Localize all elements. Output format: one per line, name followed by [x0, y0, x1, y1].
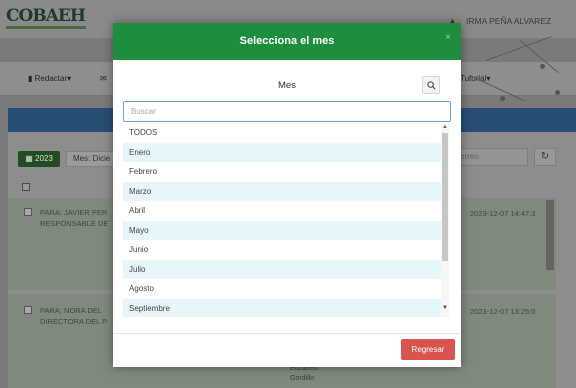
- table-scrollbar[interactable]: [546, 200, 554, 270]
- refresh-button[interactable]: ↻: [534, 148, 556, 166]
- month-search-button[interactable]: [422, 76, 440, 94]
- month-option[interactable]: Septiembre: [123, 298, 443, 317]
- month-search-input[interactable]: [123, 101, 451, 122]
- month-option[interactable]: Febrero: [123, 162, 443, 182]
- logo-tagline: [6, 26, 86, 29]
- year-label: 2023: [35, 154, 53, 163]
- logo: COBAEH: [6, 6, 86, 26]
- row-line: DIRECTORA DEL P: [40, 317, 108, 326]
- close-icon[interactable]: ×: [445, 32, 451, 43]
- month-option[interactable]: Enero: [123, 142, 443, 162]
- month-list-scrollbar[interactable]: ▲ ▼: [441, 123, 449, 317]
- row-checkbox[interactable]: [24, 208, 32, 216]
- user-name[interactable]: IRMA PEÑA ALVAREZ: [466, 16, 551, 26]
- month-option[interactable]: Marzo: [123, 181, 443, 201]
- month-option[interactable]: TODOS: [123, 123, 443, 143]
- scroll-down-icon[interactable]: ▼: [442, 305, 448, 311]
- modal-header: Selecciona el mes ×: [113, 23, 461, 60]
- scrollbar-thumb[interactable]: [442, 133, 448, 261]
- year-button[interactable]: ▦ 2023: [18, 151, 60, 167]
- modal-title: Selecciona el mes: [239, 35, 335, 47]
- month-field-label: Mes: [278, 80, 296, 91]
- nav-mail[interactable]: ✉: [100, 74, 107, 83]
- row-line: PARA: JAVIER PER: [40, 208, 108, 217]
- search-icon: [427, 81, 436, 90]
- nav-redactar[interactable]: ▮ Redactar▾: [28, 74, 71, 83]
- sender-line: Gordillo: [290, 375, 315, 382]
- decor-node: [540, 64, 545, 69]
- mail-search-input[interactable]: orreo: [456, 148, 528, 166]
- refresh-icon: ↻: [540, 151, 550, 162]
- nav-redactar-label: Redactar: [34, 74, 68, 83]
- row-checkbox[interactable]: [24, 306, 32, 314]
- scroll-up-icon[interactable]: ▲: [442, 124, 448, 130]
- row-line: RESPONSABLE DE: [40, 219, 109, 228]
- caret-icon: ▾: [486, 74, 491, 83]
- month-option[interactable]: Agosto: [123, 279, 443, 299]
- caret-icon: ▾: [67, 74, 72, 83]
- file-icon: ▮: [28, 74, 33, 83]
- row-recipient: PARA: JAVIER PER RESPONSABLE DE: [40, 207, 108, 229]
- month-modal: Selecciona el mes × Mes TODOS Enero Febr…: [113, 23, 461, 367]
- row-recipient: PARA: NORA DEL DIRECTORA DEL P: [40, 305, 107, 327]
- month-option[interactable]: Mayo: [123, 220, 443, 240]
- select-all-checkbox[interactable]: [22, 183, 30, 191]
- row-sender: Elizabeth Gordillo: [290, 364, 319, 384]
- envelope-icon: ✉: [100, 74, 107, 83]
- row-date: 2023-12-07 13:25:0: [470, 307, 536, 316]
- decor-node: [555, 90, 560, 95]
- row-line: PARA: NORA DEL: [40, 306, 102, 315]
- month-filter[interactable]: Mes: Dicie: [66, 151, 114, 167]
- back-button[interactable]: Regresar: [401, 339, 455, 360]
- row-date: 2023-12-07 14:47:3: [470, 209, 536, 218]
- month-option[interactable]: Junio: [123, 240, 443, 260]
- calendar-icon: ▦: [25, 154, 33, 163]
- month-option[interactable]: Abril: [123, 201, 443, 221]
- decor-node: [500, 96, 505, 101]
- month-list: TODOS Enero Febrero Marzo Abril Mayo Jun…: [123, 123, 443, 317]
- month-option[interactable]: Julio: [123, 259, 443, 279]
